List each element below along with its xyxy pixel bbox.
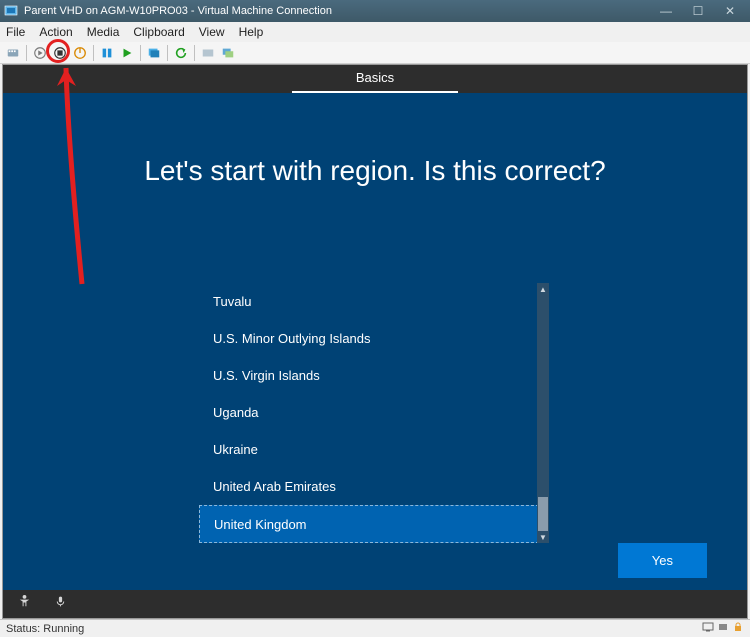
enhanced-session-button[interactable] <box>219 44 237 62</box>
ctrl-alt-del-button[interactable] <box>4 44 22 62</box>
app-icon <box>4 4 18 18</box>
title-bar: Parent VHD on AGM-W10PRO03 - Virtual Mac… <box>0 0 750 22</box>
oobe-body: Let's start with region. Is this correct… <box>3 93 747 590</box>
separator <box>167 45 168 61</box>
reset-button[interactable] <box>145 44 163 62</box>
window-title: Parent VHD on AGM-W10PRO03 - Virtual Mac… <box>24 5 650 17</box>
separator <box>194 45 195 61</box>
microphone-icon[interactable] <box>54 595 67 613</box>
lock-icon <box>732 621 744 636</box>
save-button[interactable] <box>98 44 116 62</box>
list-item-selected[interactable]: United Kingdom <box>199 505 539 543</box>
maximize-button[interactable]: ☐ <box>682 0 714 22</box>
start-button[interactable] <box>31 44 49 62</box>
oobe-footer <box>3 590 747 618</box>
menu-action[interactable]: Action <box>39 25 72 39</box>
pause-button[interactable] <box>118 44 136 62</box>
checkpoint-button[interactable] <box>172 44 190 62</box>
network-icon <box>717 621 729 636</box>
list-item[interactable]: U.S. Minor Outlying Islands <box>199 320 539 357</box>
scroll-thumb[interactable] <box>538 497 548 531</box>
turn-off-button[interactable] <box>51 44 69 62</box>
ease-of-access-icon[interactable] <box>17 594 32 614</box>
shut-down-button[interactable] <box>71 44 89 62</box>
tab-basics[interactable]: Basics <box>292 64 458 94</box>
separator <box>26 45 27 61</box>
list-item[interactable]: United Arab Emirates <box>199 468 539 505</box>
separator <box>140 45 141 61</box>
toolbar <box>0 42 750 64</box>
close-button[interactable]: ✕ <box>714 0 746 22</box>
menu-media[interactable]: Media <box>87 25 120 39</box>
list-item[interactable]: Ukraine <box>199 431 539 468</box>
list-item[interactable]: Uganda <box>199 394 539 431</box>
chevron-down-icon[interactable]: ▼ <box>537 531 549 543</box>
list-item[interactable]: U.S. Virgin Islands <box>199 357 539 394</box>
menu-file[interactable]: File <box>6 25 25 39</box>
status-bar: Status: Running <box>0 619 750 637</box>
region-list-container: Tuvalu U.S. Minor Outlying Islands U.S. … <box>199 283 549 543</box>
chevron-up-icon[interactable]: ▲ <box>537 283 549 295</box>
list-item[interactable]: Tuvalu <box>199 283 539 320</box>
vm-screen: Basics Let's start with region. Is this … <box>2 64 748 619</box>
menu-help[interactable]: Help <box>239 25 264 39</box>
scrollbar[interactable]: ▲ ▼ <box>537 283 549 543</box>
page-heading: Let's start with region. Is this correct… <box>3 155 747 187</box>
monitor-icon <box>702 621 714 636</box>
oobe-tab-bar: Basics <box>3 65 747 93</box>
menu-bar: File Action Media Clipboard View Help <box>0 22 750 42</box>
separator <box>93 45 94 61</box>
region-list[interactable]: Tuvalu U.S. Minor Outlying Islands U.S. … <box>199 283 539 543</box>
minimize-button[interactable]: — <box>650 0 682 22</box>
menu-clipboard[interactable]: Clipboard <box>133 25 184 39</box>
status-text: Status: Running <box>6 623 84 635</box>
menu-view[interactable]: View <box>199 25 225 39</box>
revert-button[interactable] <box>199 44 217 62</box>
yes-button[interactable]: Yes <box>618 543 707 578</box>
